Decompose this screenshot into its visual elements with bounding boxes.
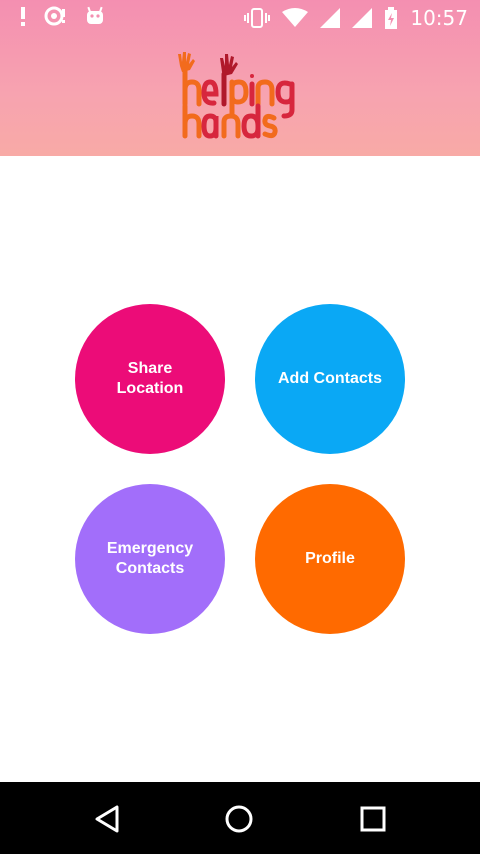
signal-icon (320, 8, 341, 28)
share-location-label: Share Location (116, 360, 184, 397)
navigation-bar (0, 782, 480, 854)
profile-label: Profile (305, 550, 355, 567)
home-icon[interactable] (222, 802, 256, 836)
status-bar: 10:57 (0, 0, 480, 36)
battery-charging-icon (385, 7, 398, 29)
back-icon[interactable] (90, 802, 124, 836)
add-contacts-label: Add Contacts (278, 370, 382, 387)
app-header: 10:57 (0, 0, 480, 156)
profile-button[interactable]: Profile (255, 484, 405, 634)
signal-icon-2 (352, 8, 373, 28)
vibrate-icon (244, 8, 271, 28)
add-contacts-button[interactable]: Add Contacts (255, 304, 405, 454)
emergency-contacts-label: Emergency Contacts (106, 540, 194, 577)
alert-icon (21, 7, 25, 26)
emergency-contacts-button[interactable]: Emergency Contacts (75, 484, 225, 634)
clock: 10:57 (410, 6, 468, 30)
sync-icon (44, 6, 65, 26)
wifi-icon (282, 8, 309, 27)
android-icon (87, 6, 103, 24)
share-location-button[interactable]: Share Location (75, 304, 225, 454)
helping-hands-logo (178, 52, 295, 139)
recents-icon[interactable] (356, 802, 390, 836)
